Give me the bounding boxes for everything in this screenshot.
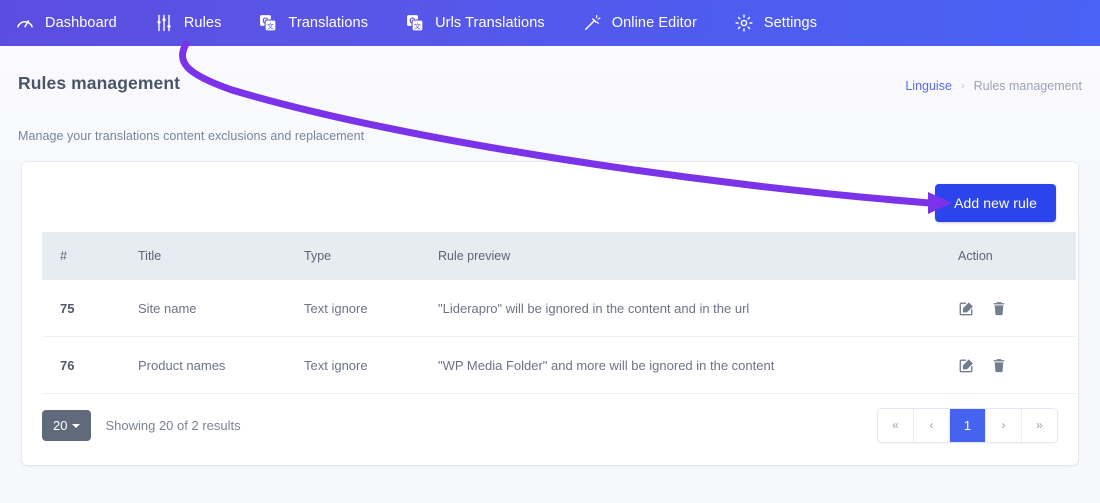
column-header-action: Action [958,232,1076,280]
table-header-row: # Title Type Rule preview Action [42,232,1076,280]
trash-icon[interactable] [991,300,1007,317]
pagination-first-button[interactable]: « [878,408,914,442]
rules-table-body: 75 Site name Text ignore "Liderapro" wil… [42,280,1076,394]
rule-id: 75 [60,300,75,316]
svg-text:文: 文 [414,22,421,31]
cell-type: Text ignore [304,280,438,337]
breadcrumb-current: Rules management [973,79,1082,93]
nav-label-settings: Settings [763,15,818,31]
rule-id: 76 [60,357,75,373]
card-toolbar: Add new rule [935,184,1056,222]
per-page-dropdown[interactable]: 20 [42,409,92,441]
edit-icon[interactable] [958,357,975,374]
column-header-title: Title [138,232,304,280]
edit-icon[interactable] [958,300,975,317]
nav-item-rules[interactable]: Rules [153,0,240,46]
rules-table-head: # Title Type Rule preview Action [42,232,1076,280]
table-row: 76 Product names Text ignore "WP Media F… [42,336,1076,394]
cell-number: 76 [42,336,138,394]
cell-action [958,280,1076,337]
per-page-value: 20 [53,417,68,433]
cell-title: Product names [138,336,304,394]
pagination-prev-button[interactable]: ‹ [914,408,950,442]
rules-table: # Title Type Rule preview Action 75 Site… [42,232,1076,394]
rules-table-container: # Title Type Rule preview Action 75 Site… [42,232,1076,394]
results-summary: Showing 20 of 2 results [105,417,241,433]
nav-label-rules: Rules [183,15,222,31]
translate-icon: G 文 [257,12,279,34]
page-title: Rules management [18,73,181,93]
breadcrumb-link-linguise[interactable]: Linguise [905,79,952,93]
top-navigation-bar: Dashboard Rules G 文 Translations [0,0,1100,46]
nav-label-dashboard: Dashboard [45,15,117,31]
nav-item-online-editor[interactable]: Online Editor [581,0,715,46]
page-header: Rules management Manage your translation… [0,46,1100,162]
cell-number: 75 [42,280,138,337]
pagination-next-button[interactable]: › [986,408,1022,442]
table-footer: 20 Showing 20 of 2 results « ‹ 1 › » [42,402,1058,448]
column-header-rule-preview: Rule preview [438,232,958,280]
column-header-number: # [42,232,138,280]
breadcrumb-separator-icon: › [960,80,965,92]
breadcrumb: Linguise › Rules management [905,79,1082,93]
column-header-type: Type [304,232,438,280]
gear-icon [733,12,755,34]
translate-icon: G 文 [404,12,426,34]
nav-label-translations: Translations [288,15,369,31]
cell-preview: "Liderapro" will be ignored in the conte… [438,280,958,337]
nav-label-online-editor: Online Editor [611,15,697,31]
magic-wand-icon [581,12,603,34]
nav-item-translations[interactable]: G 文 Translations [257,0,386,46]
table-row: 75 Site name Text ignore "Liderapro" wil… [42,280,1076,337]
rules-card: Add new rule # Title Type Rule preview A… [22,162,1078,465]
pagination-page-1[interactable]: 1 [950,408,986,442]
cell-preview: "WP Media Folder" and more will be ignor… [438,336,958,394]
nav-item-settings[interactable]: Settings [733,0,835,46]
nav-label-urls-translations: Urls Translations [435,15,545,31]
pagination-last-button[interactable]: » [1022,408,1057,442]
pagination: « ‹ 1 › » [877,407,1058,443]
trash-icon[interactable] [991,357,1007,374]
chevron-down-icon [72,424,81,428]
nav-item-dashboard[interactable]: Dashboard [14,0,135,46]
svg-text:文: 文 [267,22,274,31]
cell-action [958,336,1076,394]
page-subtitle: Manage your translations content exclusi… [18,129,365,143]
cell-title: Site name [138,280,304,337]
cell-type: Text ignore [304,336,438,394]
nav-item-urls-translations[interactable]: G 文 Urls Translations [404,0,563,46]
sliders-icon [153,12,175,34]
add-new-rule-button[interactable]: Add new rule [935,184,1056,222]
gauge-icon [14,12,36,34]
